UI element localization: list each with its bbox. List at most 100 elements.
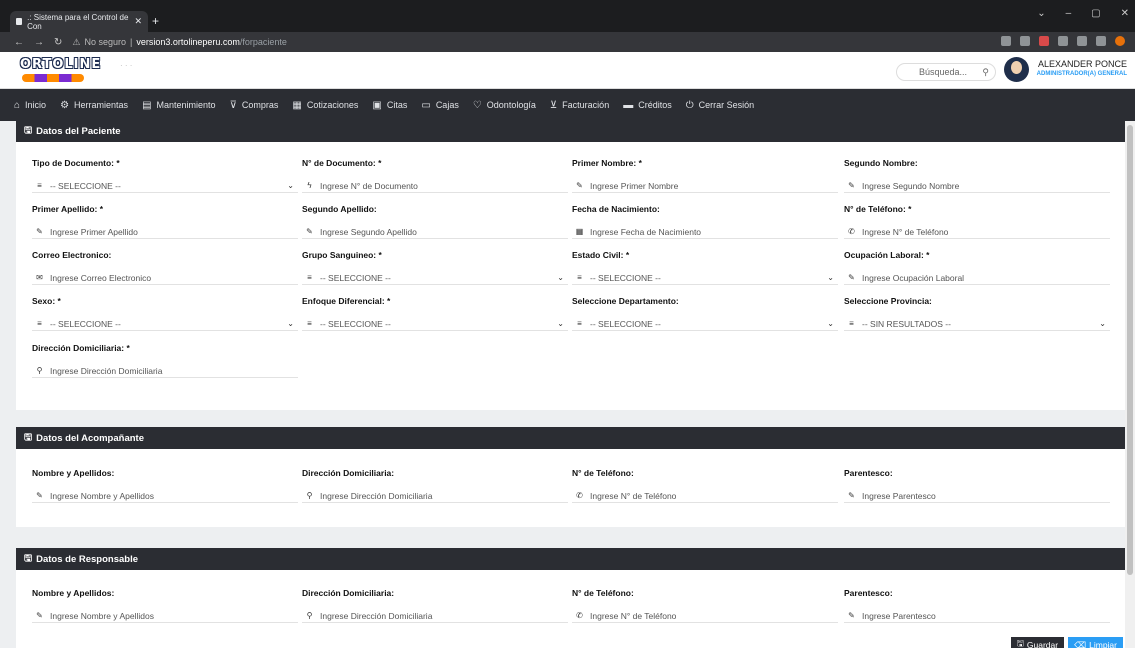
input-placeholder: Ingrese Correo Electronico bbox=[50, 272, 152, 283]
form-field: Correo Electronico: ✉ Ingrese Correo Elect… bbox=[32, 250, 298, 285]
close-tab-icon[interactable]: ✕ bbox=[134, 16, 142, 27]
input-placeholder: Ingrese N° de Teléfono bbox=[862, 226, 949, 237]
browser-tab[interactable]: .: Sistema para el Control de Con ✕ bbox=[10, 11, 148, 32]
menu-item-cerrar-sesi-n[interactable]: ⏻ Cerrar Sesión bbox=[686, 100, 754, 111]
text-input[interactable]: ✎ Ingrese Parentesco bbox=[844, 609, 1110, 623]
save-button[interactable]: 🖫 Guardar bbox=[1010, 637, 1065, 648]
menu-item-cajas[interactable]: ▭ Cajas bbox=[421, 100, 458, 111]
avatar[interactable] bbox=[1004, 57, 1029, 82]
panel-header: 🖫 Datos de Responsable bbox=[16, 548, 1125, 570]
form-field: Ocupación Laboral: * ✎ Ingrese Ocupación L… bbox=[844, 250, 1110, 285]
menu-item-cr-ditos[interactable]: ▬ Créditos bbox=[623, 100, 672, 111]
back-icon[interactable]: ← bbox=[14, 37, 24, 48]
menu-item-label: Cotizaciones bbox=[306, 100, 359, 110]
text-input[interactable]: ✎ Ingrese Primer Nombre bbox=[572, 179, 838, 193]
profile-icon[interactable] bbox=[1115, 36, 1125, 46]
chevron-down-icon[interactable]: ⌄ bbox=[827, 319, 834, 328]
url-field[interactable]: ⚠ No seguro | version3.ortolineperu.com/… bbox=[72, 37, 287, 48]
menu-item-label: Mantenimiento bbox=[156, 100, 216, 110]
text-input[interactable]: ✎ Ingrese Nombre y Apellidos bbox=[32, 489, 298, 503]
select-field[interactable]: ≡ -- SELECCIONE -- ⌄ bbox=[572, 271, 838, 285]
logo[interactable]: ORTOLINE bbox=[20, 57, 100, 83]
sidepanel-icon[interactable] bbox=[1096, 36, 1106, 46]
input-placeholder: Ingrese Primer Nombre bbox=[590, 180, 679, 191]
chevron-down-icon[interactable]: ⌄ bbox=[287, 181, 294, 190]
select-field[interactable]: ≡ -- SELECCIONE -- ⌄ bbox=[302, 271, 568, 285]
eraser-icon: ⌫ bbox=[1074, 639, 1087, 648]
scrollbar-thumb[interactable] bbox=[1127, 125, 1133, 575]
input-placeholder: Ingrese Dirección Domiciliaria bbox=[320, 610, 433, 621]
close-window-icon[interactable]: ✕ bbox=[1121, 8, 1129, 19]
text-input[interactable]: ✎ Ingrese Segundo Apellido bbox=[302, 225, 568, 239]
text-input[interactable]: ✎ Ingrese Nombre y Apellidos bbox=[32, 609, 298, 623]
menu-item-compras[interactable]: ⊽ Compras bbox=[230, 100, 279, 111]
extension-icon[interactable] bbox=[1039, 36, 1049, 46]
extension-icon[interactable] bbox=[1058, 36, 1068, 46]
tab-title: .: Sistema para el Control de Con bbox=[27, 12, 129, 31]
maximize-icon[interactable]: ▢ bbox=[1091, 8, 1100, 19]
home-icon: ⌂ bbox=[14, 99, 21, 111]
text-input[interactable]: ▦ Ingrese Fecha de Nacimiento bbox=[572, 225, 838, 239]
field-label: Primer Nombre: * bbox=[572, 158, 642, 168]
text-input[interactable]: ✆ Ingrese N° de Teléfono bbox=[844, 225, 1110, 239]
user-info[interactable]: ALEXANDER PONCE ADMINISTRADOR(A) GENERAL bbox=[1035, 59, 1127, 77]
menu-item-facturaci-n[interactable]: ⊻ Facturación bbox=[550, 100, 609, 111]
minimize-icon[interactable]: – bbox=[1066, 8, 1072, 19]
share-icon[interactable] bbox=[1001, 36, 1011, 46]
clear-button[interactable]: ⌫ Limpiar bbox=[1068, 637, 1123, 648]
extensions-bar bbox=[1001, 36, 1125, 46]
calendar-icon: ▦ bbox=[575, 227, 584, 236]
text-input[interactable]: ⚲ Ingrese Dirección Domiciliaria bbox=[302, 489, 568, 503]
scrollbar[interactable] bbox=[1125, 121, 1135, 648]
text-input[interactable]: ✎ Ingrese Ocupación Laboral bbox=[844, 271, 1110, 285]
search-icon[interactable]: ⚲ bbox=[982, 67, 989, 78]
form-field: Grupo Sanguineo: * ≡ -- SELECCIONE -- ⌄ bbox=[302, 250, 568, 285]
select-field[interactable]: ≡ -- SELECCIONE -- ⌄ bbox=[572, 317, 838, 331]
menu-item-cotizaciones[interactable]: ▦ Cotizaciones bbox=[292, 100, 358, 111]
power-icon: ⏻ bbox=[685, 99, 694, 111]
menu-toggle-icon[interactable]: · · · bbox=[120, 61, 132, 70]
new-tab-icon[interactable]: + bbox=[152, 14, 159, 28]
select-field[interactable]: ≡ -- SELECCIONE -- ⌄ bbox=[32, 179, 298, 193]
select-field[interactable]: ≡ -- SELECCIONE -- ⌄ bbox=[302, 317, 568, 331]
menu-item-herramientas[interactable]: ⚙ Herramientas bbox=[60, 100, 128, 111]
search-input[interactable]: Búsqueda... ⚲ bbox=[896, 63, 996, 81]
reload-icon[interactable]: ↻ bbox=[54, 37, 62, 48]
menu-item-mantenimiento[interactable]: ▤ Mantenimiento bbox=[142, 100, 216, 111]
list-icon: ≡ bbox=[849, 319, 854, 328]
field-label: Seleccione Departamento: bbox=[572, 296, 679, 306]
chevron-down-icon[interactable]: ⌄ bbox=[1099, 319, 1106, 328]
text-input[interactable]: ϟ Ingrese N° de Documento bbox=[302, 179, 568, 193]
text-input[interactable]: ✆ Ingrese N° de Teléfono bbox=[572, 609, 838, 623]
list-icon: ≡ bbox=[577, 319, 582, 328]
form-field: Seleccione Provincia: ≡ -- SIN RESULTADOS … bbox=[844, 296, 1110, 331]
select-field[interactable]: ≡ -- SELECCIONE -- ⌄ bbox=[32, 317, 298, 331]
text-input[interactable]: ✆ Ingrese N° de Teléfono bbox=[572, 489, 838, 503]
menu-item-citas[interactable]: ▣ Citas bbox=[372, 100, 407, 111]
chevron-down-icon[interactable]: ⌄ bbox=[557, 319, 564, 328]
panel-responsable: 🖫 Datos de Responsable Nombre y Apellidos… bbox=[16, 548, 1125, 648]
pencil-icon: ✎ bbox=[36, 491, 43, 500]
text-input[interactable]: ⚲ Ingrese Dirección Domiciliaria bbox=[302, 609, 568, 623]
select-field[interactable]: ≡ -- SIN RESULTADOS -- ⌄ bbox=[844, 317, 1110, 331]
menu-item-label: Compras bbox=[241, 100, 279, 110]
puzzle-icon[interactable] bbox=[1077, 36, 1087, 46]
menu-item-odontolog-a[interactable]: ♡ Odontología bbox=[473, 100, 536, 111]
favicon-icon bbox=[16, 18, 23, 25]
chevron-down-icon[interactable]: ⌄ bbox=[1037, 8, 1045, 19]
text-input[interactable]: ✎ Ingrese Parentesco bbox=[844, 489, 1110, 503]
text-input[interactable]: ✉ Ingrese Correo Electronico bbox=[32, 271, 298, 285]
chevron-down-icon[interactable]: ⌄ bbox=[557, 273, 564, 282]
chevron-down-icon[interactable]: ⌄ bbox=[827, 273, 834, 282]
star-icon[interactable] bbox=[1020, 36, 1030, 46]
menu-item-inicio[interactable]: ⌂ Inicio bbox=[14, 100, 46, 111]
input-placeholder: Ingrese Parentesco bbox=[862, 490, 936, 501]
form-field: Nombre y Apellidos: ✎ Ingrese Nombre y Ape… bbox=[32, 588, 298, 623]
text-input[interactable]: ⚲ Ingrese Dirección Domiciliaria bbox=[32, 364, 298, 378]
text-input[interactable]: ✎ Ingrese Primer Apellido bbox=[32, 225, 298, 239]
chevron-down-icon[interactable]: ⌄ bbox=[287, 319, 294, 328]
text-input[interactable]: ✎ Ingrese Segundo Nombre bbox=[844, 179, 1110, 193]
input-placeholder: Ingrese Primer Apellido bbox=[50, 226, 138, 237]
forward-icon[interactable]: → bbox=[34, 37, 44, 48]
save-icon: 🖫 bbox=[24, 432, 33, 443]
